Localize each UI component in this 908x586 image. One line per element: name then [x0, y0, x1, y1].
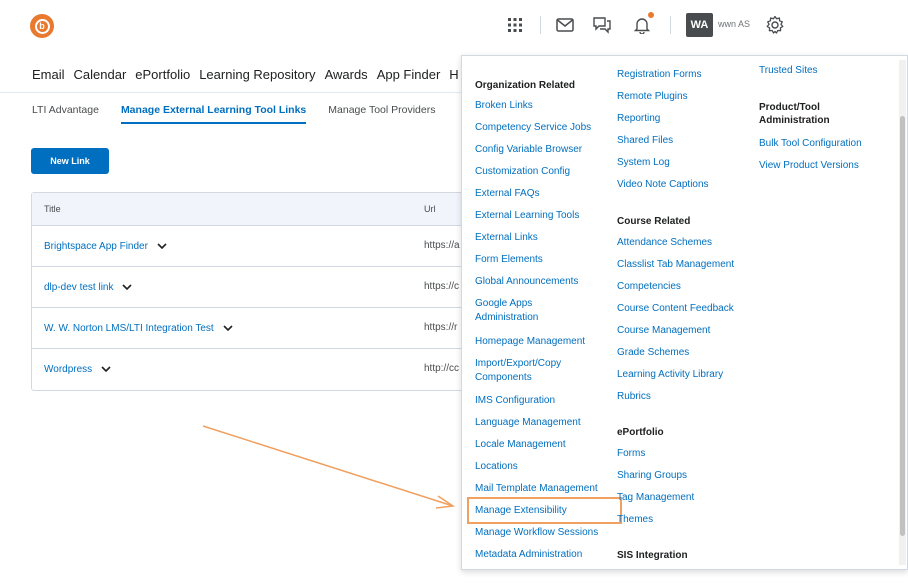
nav-item-awards[interactable]: Awards [325, 67, 368, 82]
section-heading-course: Course Related [617, 216, 691, 227]
menu-link[interactable]: Google Apps Administration [475, 297, 565, 325]
table-header: Title Url [32, 193, 470, 226]
table-row: Brightspace App Finder https://a [32, 226, 470, 267]
menu-link[interactable]: Manage Workflow Sessions [475, 526, 598, 540]
menu-link[interactable]: Homepage Management [475, 335, 585, 349]
menu-link[interactable]: Tag Management [617, 491, 694, 505]
table-row: Wordpress http://cc [32, 349, 470, 390]
menu-link[interactable]: Registration Forms [617, 68, 701, 82]
table-row: W. W. Norton LMS/LTI Integration Test ht… [32, 308, 470, 349]
tab-lti-advantage[interactable]: LTI Advantage [32, 104, 99, 124]
chevron-down-icon[interactable] [156, 240, 168, 252]
menu-link[interactable]: Forms [617, 447, 645, 461]
admin-tools-menu: Organization Related Broken Links Compet… [461, 55, 908, 570]
menu-link[interactable]: Learning Activity Library [617, 368, 723, 382]
header-divider [670, 16, 671, 34]
menu-link[interactable]: Global Announcements [475, 275, 578, 289]
menu-link[interactable]: View Product Versions [759, 159, 859, 173]
section-heading-eportfolio: ePortfolio [617, 427, 664, 438]
menu-link[interactable]: Competencies [617, 280, 681, 294]
menu-link[interactable]: Form Elements [475, 253, 543, 267]
menu-link[interactable]: IMS Configuration [475, 394, 555, 408]
waffle-icon[interactable] [504, 14, 526, 36]
menu-link[interactable]: Mail Template Management [475, 482, 598, 496]
menu-link[interactable]: Course Management [617, 324, 710, 338]
logo-icon[interactable]: b [30, 14, 54, 38]
links-table: Title Url Brightspace App Finder https:/… [31, 192, 471, 391]
menu-link[interactable]: System Log [617, 156, 670, 170]
row-title[interactable]: Brightspace App Finder [44, 241, 148, 252]
menu-link[interactable]: Locations [475, 460, 518, 474]
tab-manage-tool-providers[interactable]: Manage Tool Providers [328, 104, 435, 124]
nav-item-calendar[interactable]: Calendar [74, 67, 127, 82]
menu-link[interactable]: Sharing Groups [617, 469, 687, 483]
menu-link[interactable]: Competency Service Jobs [475, 121, 591, 135]
menu-link[interactable]: External Learning Tools [475, 209, 579, 223]
gear-icon[interactable] [764, 14, 786, 36]
menu-link[interactable]: Rubrics [617, 390, 651, 404]
menu-link[interactable]: Locale Management [475, 438, 566, 452]
new-link-button[interactable]: New Link [31, 148, 109, 174]
menu-link[interactable]: Reporting [617, 112, 660, 126]
row-title[interactable]: W. W. Norton LMS/LTI Integration Test [44, 323, 214, 334]
tab-bar: LTI Advantage Manage External Learning T… [32, 104, 457, 124]
tab-manage-external-learning-tool-links[interactable]: Manage External Learning Tool Links [120, 104, 307, 124]
avatar[interactable]: WA [686, 13, 713, 37]
row-title[interactable]: Wordpress [44, 364, 92, 375]
menu-link[interactable]: Config Variable Browser [475, 143, 582, 157]
column-header-url[interactable]: Url [424, 204, 436, 214]
menu-link[interactable]: Import/Export/Copy Components [475, 357, 585, 385]
nav-item-learning-repository[interactable]: Learning Repository [199, 67, 315, 82]
menu-link[interactable]: External Links [475, 231, 538, 245]
menu-link[interactable]: Themes [617, 513, 653, 527]
mail-icon[interactable] [554, 14, 576, 36]
menu-link[interactable]: Course Content Feedback [617, 302, 734, 316]
chevron-down-icon[interactable] [222, 322, 234, 334]
highlight-box [467, 497, 622, 524]
nav-item-app-finder[interactable]: App Finder [377, 67, 441, 82]
main-navigation: Email Calendar ePortfolio Learning Repos… [0, 55, 470, 93]
table-row: dlp-dev test link https://c [32, 267, 470, 308]
column-header-title[interactable]: Title [44, 204, 61, 214]
user-name[interactable]: wwn AS [718, 19, 750, 29]
annotation-arrow [202, 425, 456, 509]
nav-item-email[interactable]: Email [32, 67, 65, 82]
chat-icon[interactable] [591, 14, 613, 36]
menu-link[interactable]: Classlist Tab Management [617, 258, 734, 272]
notification-dot [648, 12, 654, 18]
menu-link[interactable]: Customization Config [475, 165, 570, 179]
nav-item-truncated[interactable]: H [449, 67, 458, 82]
top-header: b WA wwn AS [0, 0, 908, 50]
menu-link[interactable]: Attendance Schemes [617, 236, 712, 250]
menu-link[interactable]: Remote Plugins [617, 90, 688, 104]
section-heading-organization: Organization Related [475, 80, 576, 91]
section-heading-product-tool: Product/Tool Administration [759, 102, 830, 126]
menu-link[interactable]: Metadata Administration [475, 548, 582, 562]
menu-link[interactable]: External FAQs [475, 187, 539, 201]
row-title[interactable]: dlp-dev test link [44, 282, 113, 293]
menu-link[interactable]: Trusted Sites [759, 64, 818, 78]
menu-link[interactable]: Broken Links [475, 99, 533, 113]
chevron-down-icon[interactable] [121, 281, 133, 293]
menu-link[interactable]: Grade Schemes [617, 346, 689, 360]
menu-link[interactable]: Shared Files [617, 134, 673, 148]
nav-item-eportfolio[interactable]: ePortfolio [135, 67, 190, 82]
menu-link[interactable]: Video Note Captions [617, 178, 709, 192]
menu-link[interactable]: Bulk Tool Configuration [759, 137, 862, 151]
scrollbar-thumb[interactable] [900, 116, 905, 536]
chevron-down-icon[interactable] [100, 363, 112, 375]
section-heading-sis: SIS Integration [617, 550, 688, 561]
menu-link[interactable]: Language Management [475, 416, 581, 430]
header-divider [540, 16, 541, 34]
